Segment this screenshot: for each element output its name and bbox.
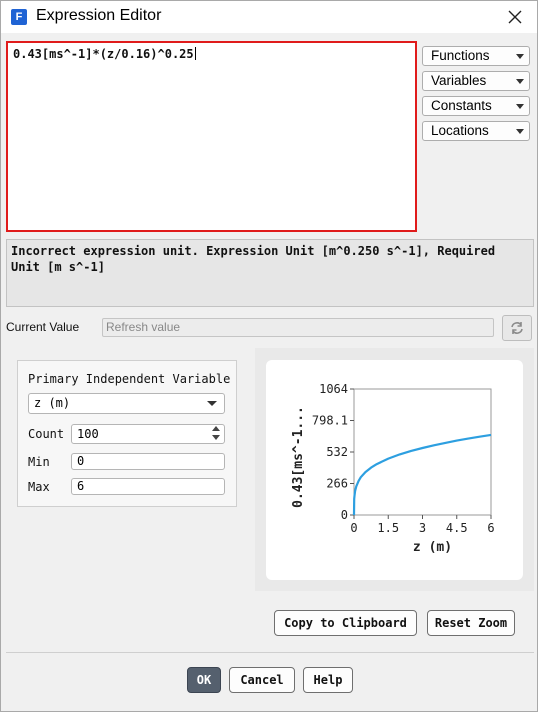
window-title: Expression Editor [36,7,162,24]
chevron-down-icon [516,104,524,109]
chevron-down-icon [207,401,217,406]
help-button[interactable]: Help [303,667,353,693]
chevron-down-icon [516,129,524,134]
min-value: 0 [77,454,85,468]
app-icon: F [11,9,27,25]
count-value: 100 [77,427,99,441]
x-tick-label: 4.5 [446,521,468,535]
chevron-down-icon [516,54,524,59]
ok-button[interactable]: OK [187,667,221,693]
max-value: 6 [77,479,85,493]
expression-plot[interactable]: 0 1.5 3 4.5 6 0 266 532 798.1 1064 z (m) 0.43[ms^-1… [266,360,523,580]
chevron-down-icon [516,79,524,84]
text-caret [194,47,196,60]
independent-variable-value: z (m) [34,396,71,410]
functions-menu-button[interactable]: Functions [422,46,530,66]
x-axis-label: z (m) [413,540,452,555]
arrow-down-icon[interactable] [212,435,220,440]
max-field[interactable]: 6 [71,478,225,495]
divider [6,652,534,653]
y-tick-label: 532 [326,445,348,459]
expression-input[interactable]: 0.43[ms^-1]*(z/0.16)^0.25 [6,41,417,232]
locations-menu-label: Locations [431,123,489,138]
min-field[interactable]: 0 [71,453,225,470]
expression-text[interactable]: 0.43[ms^-1]*(z/0.16)^0.25 [13,47,196,61]
series-line [352,433,492,516]
refresh-button[interactable] [502,315,532,341]
arrow-up-icon[interactable] [212,426,220,431]
x-tick-label: 0 [350,521,357,535]
y-tick-label: 0 [341,508,348,522]
current-value-label: Current Value [6,320,80,334]
min-label: Min [28,455,50,469]
current-value-field: Refresh value [102,318,494,337]
x-tick-label: 6 [487,521,494,535]
independent-variable-title: Primary Independent Variable [28,372,231,386]
count-stepper[interactable]: 100 [71,424,225,444]
y-tick-label: 1064 [319,382,348,396]
locations-menu-button[interactable]: Locations [422,121,530,141]
y-axis-label: 0.43[ms^-1... [291,406,306,508]
constants-menu-button[interactable]: Constants [422,96,530,116]
constants-menu-label: Constants [431,98,492,113]
functions-menu-label: Functions [431,48,490,63]
error-message-box: Incorrect expression unit. Expression Un… [6,239,534,307]
error-message-text: Incorrect expression unit. Expression Un… [11,244,496,274]
cancel-button[interactable]: Cancel [229,667,295,693]
plot-frame [353,388,492,516]
count-stepper-arrows[interactable] [210,424,223,443]
x-tick-label: 1.5 [377,521,399,535]
reset-zoom-button[interactable]: Reset Zoom [427,610,515,636]
x-tick-label: 3 [419,521,426,535]
count-label: Count [28,427,65,441]
refresh-icon [511,322,523,334]
y-tick-label: 798.1 [312,413,348,427]
expression-editor-window: F Expression Editor 0.43[ms^-1]*(z/0.16)… [0,0,538,712]
close-icon[interactable] [503,5,527,29]
copy-to-clipboard-button[interactable]: Copy to Clipboard [274,610,417,636]
title-bar[interactable]: F Expression Editor [1,1,537,33]
y-tick-label: 266 [326,477,348,491]
variables-menu-button[interactable]: Variables [422,71,530,91]
max-label: Max [28,480,50,494]
independent-variable-select[interactable]: z (m) [28,393,225,414]
variables-menu-label: Variables [431,73,487,88]
